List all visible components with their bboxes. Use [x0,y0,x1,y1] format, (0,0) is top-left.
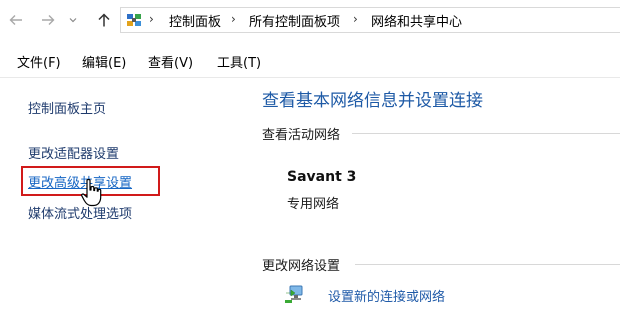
breadcrumb-all-items[interactable]: 所有控制面板项 [249,11,340,30]
menu-bar: 文件(F) 编辑(E) 查看(V) 工具(T) [0,40,620,78]
sidebar-item-adapter-settings[interactable]: 更改适配器设置 [28,143,119,162]
back-button[interactable] [6,10,26,30]
breadcrumb-separator[interactable]: › [353,12,358,26]
change-settings-header: 更改网络设置 [262,259,341,274]
menu-tools[interactable]: 工具(T) [217,52,261,71]
network-type: 专用网络 [287,197,340,212]
address-bar: › 控制面板 › 所有控制面板项 › 网络和共享中心 [0,0,620,40]
setup-connection-link[interactable]: 设置新的连接或网络 [328,286,445,305]
forward-button[interactable] [38,10,58,30]
control-panel-icon [127,14,141,26]
breadcrumb-control-panel[interactable]: 控制面板 [169,11,221,30]
section-divider [355,264,620,265]
network-name: Savant 3 [287,169,357,185]
page-title: 查看基本网络信息并设置连接 [262,91,483,111]
hand-cursor-icon [81,178,102,207]
network-setup-icon [285,285,303,303]
arrow-right-icon [42,15,55,25]
recent-locations-button[interactable] [66,10,80,30]
breadcrumb-separator[interactable]: › [231,12,236,26]
chevron-down-icon [69,18,77,23]
sidebar-item-control-panel-home[interactable]: 控制面板主页 [28,98,106,117]
breadcrumb-network-center[interactable]: 网络和共享中心 [371,11,462,30]
arrow-left-icon [9,15,22,25]
active-networks-header: 查看活动网络 [262,128,341,143]
up-button[interactable] [94,10,114,30]
address-field[interactable]: › 控制面板 › 所有控制面板项 › 网络和共享中心 [120,7,620,33]
section-divider [352,133,620,134]
menu-view[interactable]: 查看(V) [148,52,193,71]
breadcrumb-separator[interactable]: › [149,12,154,26]
arrow-up-icon [98,13,110,27]
menu-file[interactable]: 文件(F) [17,52,61,71]
menu-edit[interactable]: 编辑(E) [82,52,126,71]
